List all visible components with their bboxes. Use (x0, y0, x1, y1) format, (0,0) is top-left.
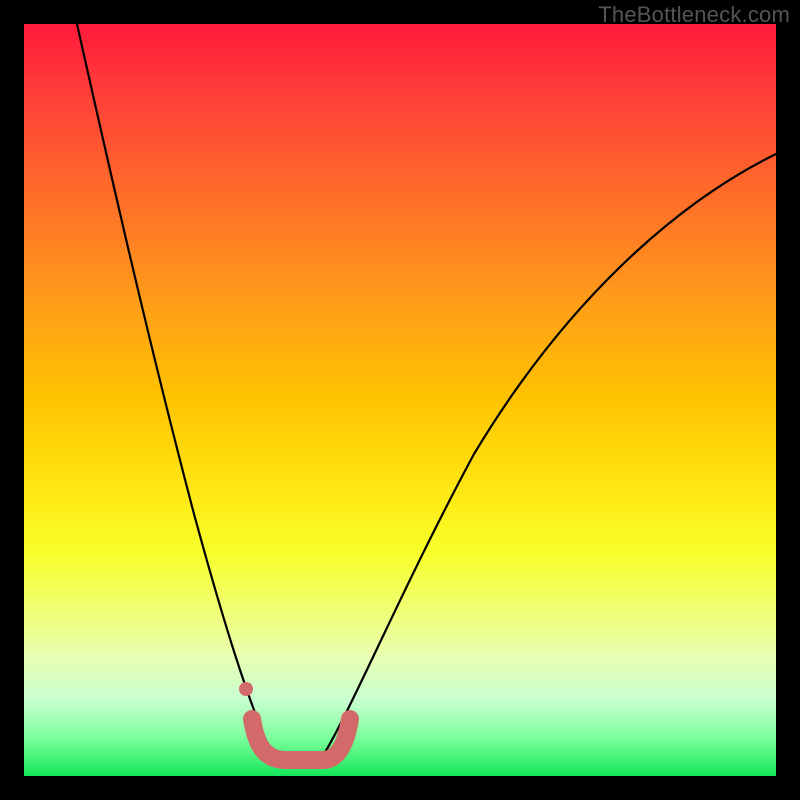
chart-svg (24, 24, 776, 776)
chart-area (24, 24, 776, 776)
right-curve (324, 154, 776, 754)
valley-marker (252, 719, 350, 760)
left-curve (77, 24, 272, 754)
valley-dot (239, 682, 253, 696)
